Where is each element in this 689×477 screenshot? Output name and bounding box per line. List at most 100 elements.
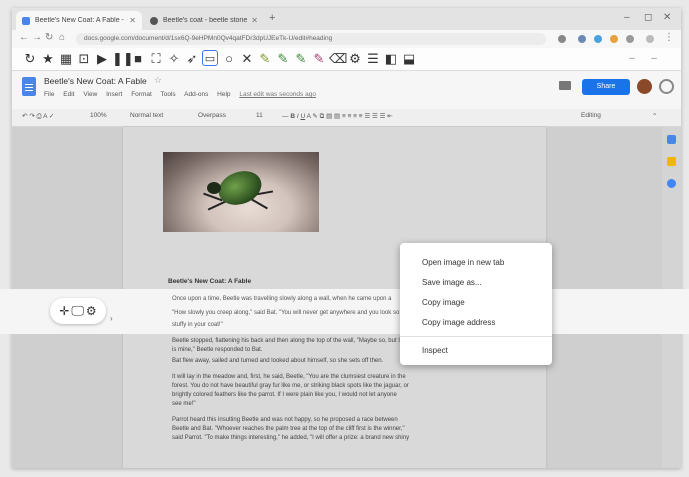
minimize-toolbar-icon[interactable]: –	[624, 51, 640, 67]
tab-title: Beetle's coat - beetle stories - La	[163, 17, 248, 24]
zoom-select[interactable]: 100%	[90, 112, 107, 119]
menu-icon[interactable]: ⋮	[664, 32, 674, 43]
shuffle-icon[interactable]: ✕	[239, 51, 255, 67]
gear-icon[interactable]: ⚙	[86, 304, 97, 318]
highlighter-icon[interactable]: ✎	[275, 51, 291, 67]
move-icon[interactable]: ✛	[59, 304, 69, 318]
image-context-menu: Open image in new tab Save image as... C…	[400, 243, 552, 365]
menu-view[interactable]: View	[83, 91, 97, 98]
settings-icon[interactable]: ⚙	[347, 51, 363, 67]
save-icon[interactable]: ◧	[383, 51, 399, 67]
profile-icon[interactable]	[646, 35, 654, 43]
url-input[interactable]: docs.google.com/document/d/1sx6Q-9eHPMn0…	[76, 33, 546, 45]
docs-menu-bar: File Edit View Insert Format Tools Add-o…	[44, 91, 323, 98]
site-favicon-icon	[150, 16, 158, 25]
menu-insert[interactable]: Insert	[106, 91, 122, 98]
docs-logo-icon[interactable]	[22, 77, 36, 96]
circle-icon[interactable]: ○	[221, 51, 237, 67]
star-document-icon[interactable]: ☆	[154, 75, 162, 86]
pin-icon[interactable]: ✧	[166, 51, 182, 67]
avatar[interactable]	[637, 79, 652, 94]
export-icon[interactable]: ⬓	[401, 51, 417, 67]
menu-item-copy-image[interactable]: Copy image	[422, 298, 465, 307]
close-tab-icon[interactable]: ✕	[251, 16, 258, 25]
list-icon[interactable]: ☰	[365, 51, 381, 67]
beetle-head	[207, 182, 221, 194]
eraser-icon[interactable]: ⌫	[329, 51, 347, 67]
paragraph-line: said Parrot. "To make things interesting…	[172, 435, 410, 441]
new-tab-icon[interactable]: +	[269, 12, 275, 24]
tasks-icon[interactable]	[667, 179, 676, 188]
menu-format[interactable]: Format	[131, 91, 152, 98]
document-title[interactable]: Beetle's New Coat: A Fable	[44, 76, 147, 86]
extension-icon[interactable]	[626, 35, 634, 43]
menu-help[interactable]: Help	[217, 91, 230, 98]
paragraph-line: forest. You do not have beautiful gray f…	[172, 383, 409, 389]
menu-item-open-image-new-tab[interactable]: Open image in new tab	[422, 258, 504, 267]
capture-widget[interactable]: ✛ 🖵 ⚙	[50, 298, 106, 324]
grid-icon[interactable]: ▦	[58, 51, 74, 67]
chevron-right-icon[interactable]: ›	[110, 314, 113, 323]
keep-icon[interactable]	[667, 157, 676, 166]
menu-item-inspect[interactable]: Inspect	[422, 346, 448, 355]
close-window-icon[interactable]: ✕	[663, 12, 671, 23]
extension-icon[interactable]	[578, 35, 586, 43]
monitor-icon[interactable]: 🖵	[71, 303, 84, 319]
browser-window: Beetle's New Coat: A Fable - Goo ✕ Beetl…	[12, 8, 681, 468]
style-select[interactable]: Normal text	[130, 112, 163, 119]
reload-icon[interactable]: ↻	[22, 51, 38, 67]
menu-edit[interactable]: Edit	[63, 91, 74, 98]
home-icon[interactable]: ⌂	[59, 32, 65, 43]
address-bar: ← → ↻ ⌂ docs.google.com/document/d/1sx6Q…	[12, 30, 681, 48]
font-size-select[interactable]: 11	[256, 112, 263, 119]
play-icon[interactable]: ▶	[94, 51, 110, 67]
menu-tools[interactable]: Tools	[160, 91, 175, 98]
collapse-icon[interactable]: ⌃	[652, 112, 657, 120]
star-icon[interactable]: ★	[40, 51, 56, 67]
screen-icon[interactable]: ▭	[202, 50, 218, 66]
close-tab-icon[interactable]: ✕	[129, 16, 136, 25]
menu-addons[interactable]: Add-ons	[184, 91, 208, 98]
pen-icon[interactable]: ✎	[257, 51, 273, 67]
account-icon[interactable]	[659, 79, 674, 94]
paragraph-line: see me!"	[172, 401, 196, 407]
share-button[interactable]: Share	[582, 79, 630, 95]
extension-icon[interactable]	[594, 35, 602, 43]
paragraph-line: It will lay in the meadow and, first, he…	[172, 374, 406, 380]
format-buttons[interactable]: — B I U A ✎ ⧉ ▤ ▤ ≡ ≡ ≡ ≡ ☰ ☰ ☰ ⇤	[282, 112, 393, 121]
paragraph-line: Parrot heard this insulting Beetle and w…	[172, 417, 398, 423]
menu-file[interactable]: File	[44, 91, 54, 98]
pointer-icon[interactable]: ➶	[184, 51, 200, 67]
font-select[interactable]: Overpass	[198, 112, 226, 119]
caption-icon[interactable]: ⊡	[76, 51, 92, 67]
close-toolbar-icon[interactable]: –	[646, 51, 662, 67]
editing-mode-select[interactable]: Editing	[581, 112, 601, 119]
tab-title: Beetle's New Coat: A Fable - Goo	[35, 17, 125, 24]
forward-icon[interactable]: →	[32, 32, 42, 43]
back-icon[interactable]: ←	[19, 32, 29, 43]
menu-separator	[400, 336, 552, 337]
stop-icon[interactable]: ■	[130, 51, 146, 67]
calendar-icon[interactable]	[667, 135, 676, 144]
docs-header: Beetle's New Coat: A Fable ☆ File Edit V…	[12, 71, 681, 109]
last-edit-link[interactable]: Last edit was seconds ago	[239, 91, 316, 98]
menu-item-copy-image-address[interactable]: Copy image address	[422, 318, 495, 327]
comment-icon[interactable]	[559, 81, 571, 90]
reload-icon[interactable]: ↻	[45, 32, 53, 43]
tab-beetles-coat[interactable]: Beetle's New Coat: A Fable - Goo ✕	[16, 11, 142, 30]
extension-icon[interactable]	[610, 35, 618, 43]
story-heading: Beetle's New Coat: A Fable	[168, 278, 252, 285]
extension-icon[interactable]	[558, 35, 566, 43]
paragraph-line: is mine," Beetle responded to Bat.	[172, 347, 263, 353]
pause-icon[interactable]: ❚❚	[112, 51, 134, 67]
marker-icon[interactable]: ✎	[293, 51, 309, 67]
minimize-icon[interactable]: –	[624, 12, 630, 23]
brush-icon[interactable]: ✎	[311, 51, 327, 67]
beetle-image[interactable]	[163, 152, 319, 232]
screen-recorder-toolbar: ↻ ★ ▦ ⊡ ▶ ❚❚ ■ ⛶ ✧ ➶ ▭ ○ ✕ ✎ ✎ ✎ ✎ ⌫ ⚙ ☰…	[12, 48, 681, 71]
crop-icon[interactable]: ⛶	[148, 51, 164, 67]
undo-icon[interactable]: ↶ ↷ ⎙ A ✓	[22, 112, 54, 121]
tab-beetle-stories[interactable]: Beetle's coat - beetle stories - La ✕	[144, 11, 264, 30]
maximize-icon[interactable]: ◻	[644, 12, 652, 23]
menu-item-save-image-as[interactable]: Save image as...	[422, 278, 482, 287]
